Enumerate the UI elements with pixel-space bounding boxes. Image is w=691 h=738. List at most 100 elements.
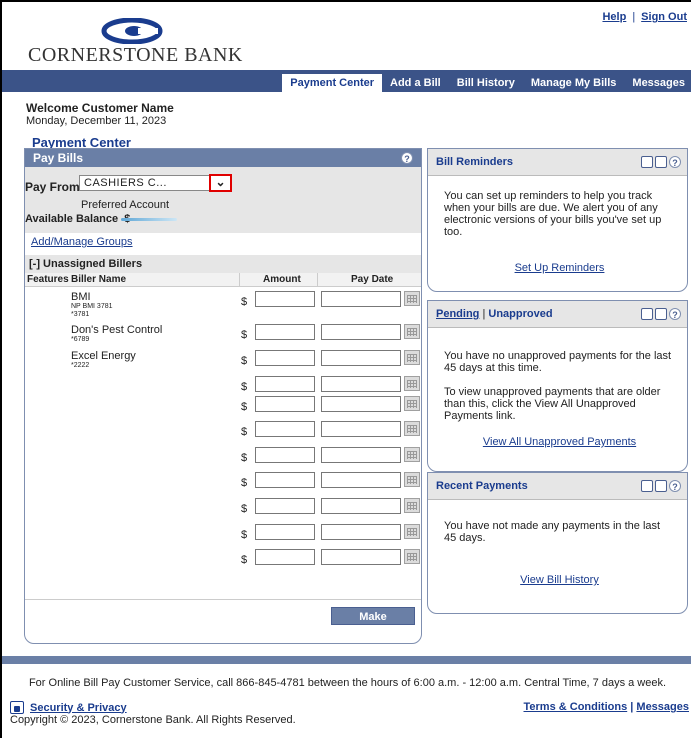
widget-controls: ? xyxy=(641,308,681,320)
unassigned-billers-group[interactable]: [-] Unassigned Billers xyxy=(25,255,421,273)
pay-date-input[interactable] xyxy=(321,524,401,540)
calendar-icon[interactable] xyxy=(404,421,420,436)
view-bill-history-link[interactable]: View Bill History xyxy=(444,574,675,586)
col-features: Features xyxy=(27,274,69,285)
pay-bills-panel: Pay Bills ? Pay From CASHIERS C... ⌄ Pre… xyxy=(24,148,422,644)
pay-date-input[interactable] xyxy=(321,350,401,366)
calendar-icon[interactable] xyxy=(404,498,420,513)
calendar-icon[interactable] xyxy=(404,472,420,487)
amount-input[interactable] xyxy=(255,498,315,514)
set-up-reminders-link[interactable]: Set Up Reminders xyxy=(444,262,675,274)
welcome-greeting: Welcome Customer Name xyxy=(26,101,174,115)
widget-header: Bill Reminders ? xyxy=(428,149,687,176)
amount-input[interactable] xyxy=(255,324,315,340)
pending-older-text: To view unapproved payments that are old… xyxy=(444,386,661,422)
tab-payment-center[interactable]: Payment Center xyxy=(282,74,383,92)
amount-input[interactable] xyxy=(255,549,315,565)
security-privacy-link[interactable]: Security & Privacy xyxy=(10,701,127,714)
pay-date-input[interactable] xyxy=(321,498,401,514)
pending-text: You have no unapproved payments for the … xyxy=(444,350,672,374)
amount-input[interactable] xyxy=(255,421,315,437)
pay-from-label: Pay From xyxy=(25,180,80,194)
biller-name: Excel Energy xyxy=(71,350,136,362)
calendar-icon[interactable] xyxy=(404,549,420,564)
help-icon[interactable]: ? xyxy=(669,480,681,492)
bill-reminders-widget: Bill Reminders ? You can set up reminder… xyxy=(427,148,688,292)
help-icon[interactable]: ? xyxy=(669,308,681,320)
dollar-sign: $ xyxy=(241,296,248,308)
widget-header: Pending | Unapproved ? xyxy=(428,301,687,328)
widget-title: Recent Payments xyxy=(436,480,528,492)
calendar-icon[interactable] xyxy=(404,524,420,539)
biller-account: *2222 xyxy=(71,362,90,369)
col-biller-name: Biller Name xyxy=(71,274,127,285)
calendar-icon[interactable] xyxy=(404,447,420,462)
amount-input[interactable] xyxy=(255,472,315,488)
recent-payments-widget: Recent Payments ? You have not made any … xyxy=(427,472,688,614)
help-icon[interactable]: ? xyxy=(401,152,413,164)
dollar-sign: $ xyxy=(241,554,248,566)
amount-input[interactable] xyxy=(255,524,315,540)
minimize-icon[interactable] xyxy=(641,156,653,168)
col-pay-date: Pay Date xyxy=(351,274,394,285)
available-balance-text: Available Balance xyxy=(25,213,119,225)
dollar-sign: $ xyxy=(241,452,248,464)
make-payments-button[interactable]: Make Payments xyxy=(331,607,415,641)
pay-date-input[interactable] xyxy=(321,421,401,437)
dollar-sign: $ xyxy=(241,329,248,341)
unapproved-tab[interactable]: Unapproved xyxy=(488,308,552,320)
calendar-icon[interactable] xyxy=(404,291,420,306)
amount-input[interactable] xyxy=(255,376,315,392)
pay-date-input[interactable] xyxy=(321,447,401,463)
minimize-icon[interactable] xyxy=(641,480,653,492)
terms-conditions-link[interactable]: Terms & Conditions xyxy=(524,701,628,713)
amount-input[interactable] xyxy=(255,350,315,366)
tab-add-a-bill[interactable]: Add a Bill xyxy=(382,74,449,92)
amount-input[interactable] xyxy=(255,396,315,412)
tab-manage-my-bills[interactable]: Manage My Bills xyxy=(523,74,625,92)
copyright-text: Copyright © 2023, Cornerstone Bank. All … xyxy=(10,714,296,726)
pay-date-input[interactable] xyxy=(321,291,401,307)
tab-messages[interactable]: Messages xyxy=(624,74,691,92)
calendar-icon[interactable] xyxy=(404,324,420,339)
biller-name: BMI xyxy=(71,291,91,303)
pending-widget: Pending | Unapproved ? You have no unapp… xyxy=(427,300,688,472)
calendar-icon[interactable] xyxy=(404,376,420,391)
view-all-unapproved-link[interactable]: View All Unapproved Payments xyxy=(444,436,675,448)
messages-link[interactable]: Messages xyxy=(636,701,689,713)
widget-body: You have no unapproved payments for the … xyxy=(428,328,687,448)
pay-date-input[interactable] xyxy=(321,472,401,488)
minimize-icon[interactable] xyxy=(641,308,653,320)
biller-account: *6789 xyxy=(71,336,90,343)
pending-tab[interactable]: Pending xyxy=(436,308,479,320)
pay-date-input[interactable] xyxy=(321,324,401,340)
divider xyxy=(25,599,421,600)
pay-date-input[interactable] xyxy=(321,549,401,565)
biller-account-suffix: *3781 xyxy=(71,311,90,318)
top-links-separator: | xyxy=(632,11,636,23)
amount-input[interactable] xyxy=(255,291,315,307)
widget-controls: ? xyxy=(641,480,681,492)
pay-date-input[interactable] xyxy=(321,396,401,412)
help-link[interactable]: Help xyxy=(602,11,626,23)
maximize-icon[interactable] xyxy=(655,156,667,168)
maximize-icon[interactable] xyxy=(655,308,667,320)
calendar-icon[interactable] xyxy=(404,396,420,411)
customer-service-text: For Online Bill Pay Customer Service, ca… xyxy=(28,677,667,689)
balance-loading-bar xyxy=(121,218,177,221)
sign-out-link[interactable]: Sign Out xyxy=(641,11,687,23)
biller-excel-energy: Excel Energy *2222 xyxy=(71,350,136,370)
dollar-sign: $ xyxy=(241,503,248,515)
calendar-icon[interactable] xyxy=(404,350,420,365)
pay-from-section: Pay From CASHIERS C... ⌄ Preferred Accou… xyxy=(25,167,421,233)
available-balance-label: Available Balance $ xyxy=(25,213,130,225)
chevron-down-icon[interactable]: ⌄ xyxy=(209,174,232,192)
add-manage-groups-link[interactable]: Add/Manage Groups xyxy=(31,236,133,248)
amount-input[interactable] xyxy=(255,447,315,463)
help-icon[interactable]: ? xyxy=(669,156,681,168)
footer-bar xyxy=(2,656,691,664)
tab-bill-history[interactable]: Bill History xyxy=(449,74,523,92)
widget-title: Bill Reminders xyxy=(436,156,514,168)
maximize-icon[interactable] xyxy=(655,480,667,492)
pay-date-input[interactable] xyxy=(321,376,401,392)
